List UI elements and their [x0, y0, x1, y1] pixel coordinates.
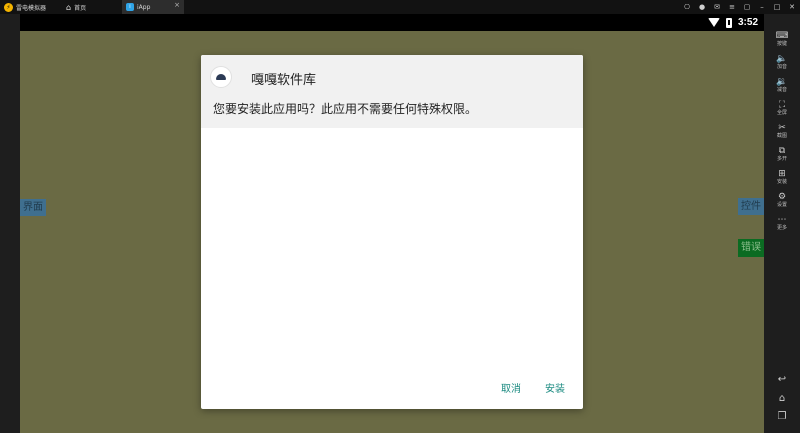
android-status-bar: 3:52 [20, 14, 764, 31]
toolbar-item-keys[interactable]: ⌨ 按键 [764, 31, 800, 48]
wifi-icon [707, 18, 720, 27]
emulator-window: { "window": { "tabs": [ {"label": "雷电模拟器… [0, 0, 800, 433]
back-icon: ↩ [777, 374, 787, 385]
tab-brand-label: 雷电模拟器 [16, 4, 47, 12]
battery-icon [725, 17, 732, 28]
menu-icon[interactable]: ≡ [728, 3, 736, 11]
toolbar-item-screenshot[interactable]: ✂ 截图 [764, 123, 800, 140]
dialog-body [201, 128, 583, 358]
dialog-message: 您要安装此应用吗？此应用不需要任何特殊权限。 [213, 102, 478, 116]
nav-back-button[interactable]: ↩ [764, 375, 800, 385]
tab-close-icon[interactable]: × [174, 1, 180, 9]
volume-up-icon: 🔈 [776, 54, 788, 64]
emulator-titlebar: ⚡ 雷电模拟器 ⌂ 首页 i iApp × ⎔ ● ✉ ≡ ▢ – □ ✕ [0, 0, 800, 14]
emulator-logo-icon: ⚡ [4, 2, 13, 12]
nav-recents-button[interactable]: ❐ [764, 412, 800, 422]
tab-brand[interactable]: ⚡ 雷电模拟器 [0, 0, 62, 14]
toolbar-item-volume-down[interactable]: 🔉 减音 [764, 77, 800, 94]
recent-apps-icon: ❐ [777, 411, 787, 422]
emulator-toolbar: ⌨ 按键 🔈 加音 🔉 减音 ⛶ 全屏 ✂ 截图 ⧉ 多开 ⊞ 安装 ⚙ 设置 … [764, 14, 800, 433]
gamepad-icon[interactable]: ⎔ [683, 3, 691, 11]
keyboard-icon: ⌨ [775, 31, 789, 41]
scissors-icon: ✂ [778, 123, 786, 133]
app-icon [210, 66, 232, 88]
toolbar-item-settings[interactable]: ⚙ 设置 [764, 192, 800, 209]
toolbar-item-fullscreen[interactable]: ⛶ 全屏 [764, 100, 800, 117]
account-icon[interactable]: ● [698, 3, 706, 11]
install-button[interactable]: 安装 [545, 380, 565, 395]
error-tab-label[interactable]: 错误 [738, 239, 764, 257]
more-icon: ⋯ [777, 215, 787, 225]
tab-iapp-label: iApp [137, 3, 151, 11]
dialog-header: 嘎嘎软件库 您要安装此应用吗？此应用不需要任何特殊权限。 [201, 55, 583, 128]
tab-iapp[interactable]: i iApp × [122, 0, 184, 14]
toolbar-item-volume-up[interactable]: 🔈 加音 [764, 54, 800, 71]
ui-tab-label[interactable]: 界面 [20, 199, 46, 216]
restore-icon[interactable]: ▢ [743, 3, 751, 11]
android-screen: 界面 控件 错误 嘎嘎软件库 您要安装此应用吗？此应用不需要任何特殊权限。 取消… [20, 31, 764, 433]
dialog-title: 嘎嘎软件库 [251, 73, 317, 88]
install-apk-icon: ⊞ [778, 169, 786, 179]
cancel-button[interactable]: 取消 [501, 380, 521, 395]
status-time: 3:52 [737, 17, 758, 28]
iapp-app-icon: i [126, 3, 134, 11]
nav-home-button[interactable]: ⌂ [764, 394, 800, 404]
home-icon: ⌂ [778, 393, 786, 404]
multi-instance-icon: ⧉ [778, 146, 786, 156]
toolbar-item-more[interactable]: ⋯ 更多 [764, 215, 800, 232]
maximize-icon[interactable]: □ [773, 3, 781, 11]
install-dialog: 嘎嘎软件库 您要安装此应用吗？此应用不需要任何特殊权限。 取消 安装 [201, 55, 583, 409]
fullscreen-icon: ⛶ [778, 100, 786, 110]
toolbar-item-install[interactable]: ⊞ 安装 [764, 169, 800, 186]
toolbar-item-multi[interactable]: ⧉ 多开 [764, 146, 800, 163]
close-icon[interactable]: ✕ [788, 3, 796, 11]
volume-down-icon: 🔉 [776, 77, 788, 87]
tab-home-label: 首页 [74, 4, 87, 12]
tab-home[interactable]: ⌂ 首页 [62, 0, 122, 14]
widget-tab-label[interactable]: 控件 [738, 198, 764, 215]
home-icon: ⌂ [66, 2, 72, 12]
window-controls: ⎔ ● ✉ ≡ ▢ – □ ✕ [683, 0, 796, 14]
settings-icon: ⚙ [777, 192, 787, 202]
minimize-icon[interactable]: – [758, 3, 766, 11]
mail-icon[interactable]: ✉ [713, 3, 721, 11]
